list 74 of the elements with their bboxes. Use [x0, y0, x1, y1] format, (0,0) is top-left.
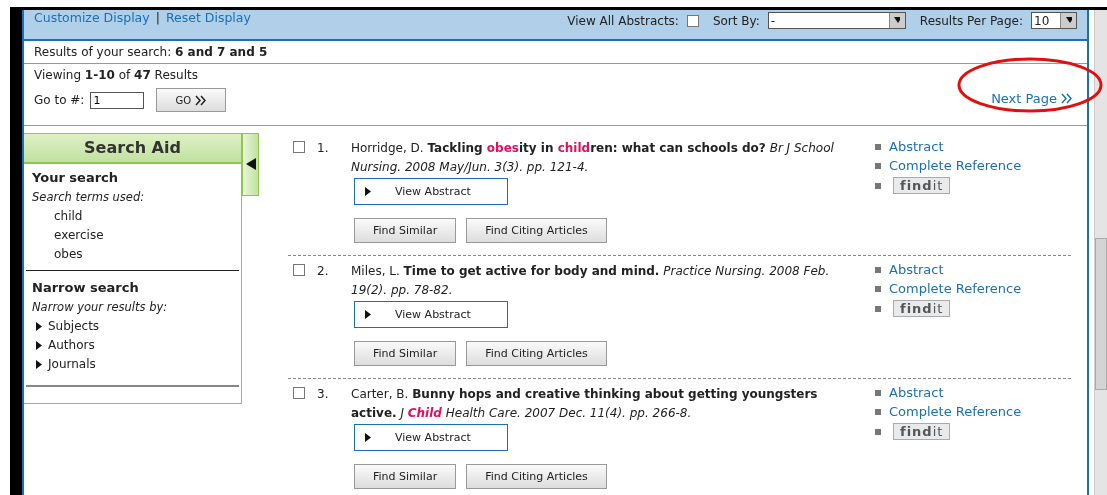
dropdown-arrow-icon [894, 16, 901, 25]
result-number: 1. [317, 141, 329, 155]
search-term: child [53, 209, 84, 223]
find-similar-button[interactable]: Find Similar [354, 218, 457, 243]
bullet-icon [875, 143, 881, 150]
result-link[interactable]: Complete Reference [889, 281, 1022, 296]
collapsed-arrow-icon[interactable] [36, 359, 42, 369]
view-abstract-button[interactable]: View Abstract [354, 301, 508, 328]
result-link[interactable]: Abstract [889, 139, 944, 154]
dropdown-arrow-icon [1065, 16, 1072, 25]
citation: Carter, B. Bunny hops and creative thinking about getting youngsters active. J Child Health Care. 2007 Dec. 11(4). pp. 266-8. [351, 386, 819, 422]
go-to-field[interactable]: 1 [90, 91, 145, 109]
link-separator: | [155, 10, 160, 25]
collapsed-arrow-icon[interactable] [36, 340, 42, 350]
collapse-panel-tab[interactable] [242, 133, 259, 196]
result-number: 2. [317, 264, 329, 278]
find-similar-button[interactable]: Find Similar [354, 341, 457, 366]
expand-arrow-icon [365, 433, 371, 442]
search-terms-label: Search terms used: [32, 190, 146, 204]
facet-link[interactable]: Journals [48, 357, 96, 371]
result-checkbox[interactable] [293, 264, 305, 276]
findit-button[interactable]: findit [893, 423, 951, 440]
findit-button[interactable]: findit [893, 177, 951, 194]
viewing-count: Viewing 1-10 of 47 Results [34, 68, 199, 82]
search-term: exercise [53, 228, 105, 242]
view-abstract-button[interactable]: View Abstract [354, 424, 508, 451]
your-search-heading: Your search [32, 170, 120, 185]
go-button[interactable]: GO [156, 88, 227, 112]
expand-arrow-icon [365, 187, 371, 196]
find-citing-articles-button[interactable]: Find Citing Articles [466, 341, 607, 366]
find-similar-button[interactable]: Find Similar [354, 464, 457, 489]
bullet-icon [875, 266, 881, 273]
bullet-icon [875, 285, 881, 292]
view-all-abstracts-label: View All Abstracts: [567, 13, 679, 28]
find-citing-articles-button[interactable]: Find Citing Articles [466, 218, 607, 243]
scrollbar-thumb[interactable] [1095, 238, 1107, 390]
facet-link[interactable]: Authors [48, 338, 95, 352]
result-link[interactable]: Complete Reference [889, 404, 1022, 419]
bullet-icon [875, 428, 881, 435]
citation: Horridge, D. Tackling obesity in children: what can schools do? Br J School Nursing. 2008 May/Jun. 3(3). pp. 121-4. [351, 140, 835, 176]
expand-arrow-icon [365, 310, 371, 319]
scrollbar[interactable] [1094, 10, 1107, 495]
next-page-link[interactable]: Next Page [991, 76, 1073, 121]
sort-by-label: Sort By: [712, 13, 760, 28]
collapsed-arrow-icon[interactable] [36, 321, 42, 331]
narrow-results-label: Narrow your results by: [32, 300, 169, 314]
search-term: obes [53, 247, 84, 261]
results-per-page-label: Results Per Page: [919, 13, 1023, 28]
bullet-icon [875, 162, 881, 169]
result-checkbox[interactable] [293, 141, 305, 153]
double-chevron-icon [195, 94, 208, 106]
bullet-icon [875, 389, 881, 396]
view-all-abstracts-checkbox[interactable] [686, 14, 699, 27]
results-per-page-dropdown[interactable]: 10 [1031, 12, 1077, 29]
collapse-arrow-icon [245, 158, 256, 170]
go-to-label: Go to #: [34, 93, 85, 107]
narrow-search-heading: Narrow search [32, 280, 140, 295]
sort-by-dropdown[interactable]: - [767, 12, 906, 29]
bullet-icon [875, 408, 881, 415]
double-chevron-icon [1061, 93, 1073, 104]
search-summary: Results of your search: 6 and 7 and 5 [34, 45, 268, 59]
result-number: 3. [317, 387, 329, 401]
findit-button[interactable]: findit [893, 300, 951, 317]
bullet-icon [875, 182, 881, 189]
result-checkbox[interactable] [293, 387, 305, 399]
view-abstract-button[interactable]: View Abstract [354, 178, 508, 205]
facet-link[interactable]: Subjects [48, 319, 100, 333]
citation: Miles, L. Time to get active for body and mind. Practice Nursing. 2008 Feb. 19(2). pp. 78-82. [351, 263, 831, 299]
find-citing-articles-button[interactable]: Find Citing Articles [466, 464, 607, 489]
result-link[interactable]: Abstract [889, 385, 944, 400]
result-link[interactable]: Abstract [889, 262, 944, 277]
bullet-icon [875, 305, 881, 312]
search-aid-header: Search Aid [24, 134, 241, 164]
result-link[interactable]: Complete Reference [889, 158, 1022, 173]
